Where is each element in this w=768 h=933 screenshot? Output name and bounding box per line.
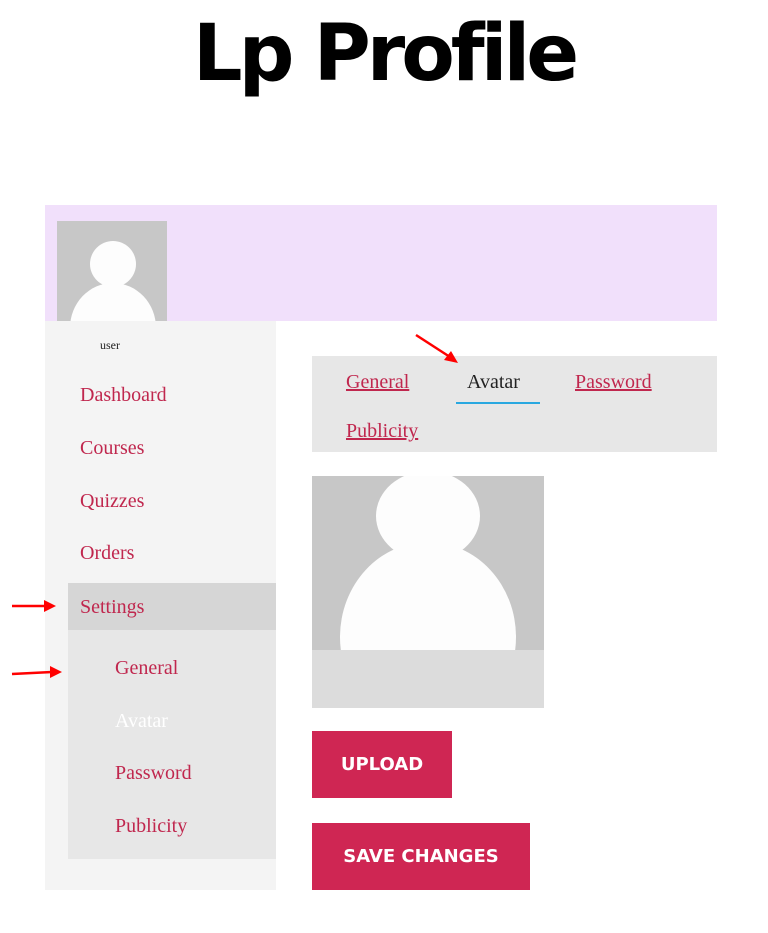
sidebar-item-courses[interactable]: Courses [80,437,144,460]
tab-general[interactable]: General [346,371,409,394]
page-title: Lp Profile [192,9,579,99]
avatar-preview-footer [312,650,544,708]
tab-avatar[interactable]: Avatar [467,371,520,394]
tab-publicity[interactable]: Publicity [346,420,418,443]
avatar-preview-body-shape [340,542,516,650]
arrow-annotation-icon [11,666,62,678]
arrow-annotation-icon [12,600,56,612]
sidebar-item-dashboard[interactable]: Dashboard [80,384,167,407]
profile-avatar-icon[interactable] [57,221,167,333]
arrow-annotation-icon [415,333,458,363]
subnav-item-publicity[interactable]: Publicity [115,815,187,838]
username: user [100,338,120,352]
sidebar-item-orders[interactable]: Orders [80,542,134,565]
subnav-item-general[interactable]: General [115,657,178,680]
save-changes-button[interactable]: SAVE CHANGES [312,823,530,890]
sidebar-item-quizzes[interactable]: Quizzes [80,490,144,513]
tab-password[interactable]: Password [575,371,652,394]
subnav-item-password[interactable]: Password [115,762,192,785]
avatar-head-shape [90,241,136,287]
upload-button[interactable]: UPLOAD [312,731,452,798]
active-tab-indicator [456,402,540,404]
avatar-preview-icon [312,476,544,650]
subnav-item-avatar[interactable]: Avatar [115,710,168,733]
sidebar-item-settings[interactable]: Settings [80,596,144,619]
